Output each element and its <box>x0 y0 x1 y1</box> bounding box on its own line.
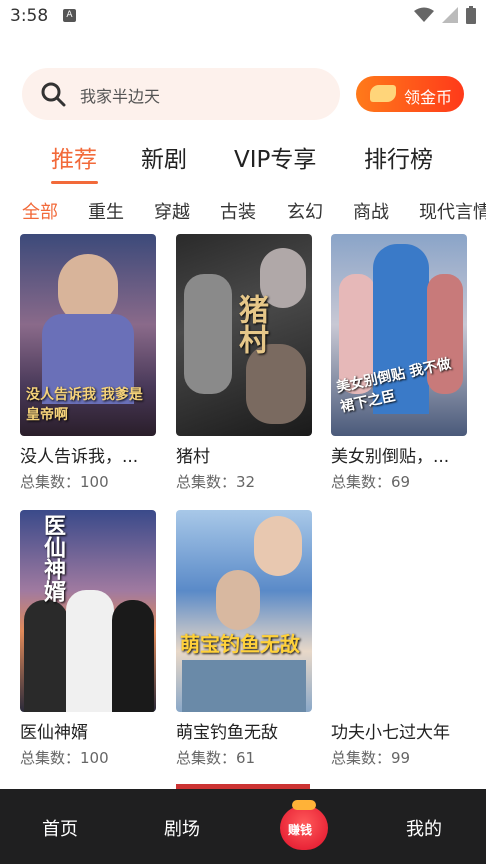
search-bar[interactable]: 我家半边天 <box>22 68 340 120</box>
category-all[interactable]: 全部 <box>22 198 58 224</box>
gift-bag-icon <box>292 800 316 810</box>
episode-count: 总集数：100 <box>20 749 109 767</box>
status-time: 3:58 <box>10 6 49 26</box>
nav-mine[interactable]: 我的 <box>406 815 442 841</box>
episode-count: 总集数：69 <box>331 473 411 491</box>
active-tab-indicator <box>51 181 98 184</box>
drama-card[interactable]: 萌宝钓鱼无敌 萌宝钓鱼无敌 总集数：61 <box>176 510 312 768</box>
main-tabs: 推荐 新剧 VIP专享 排行榜 <box>0 140 486 180</box>
drama-poster[interactable]: 美女别倒贴 我不做裙下之臣 <box>331 234 467 436</box>
search-icon <box>41 82 66 107</box>
episode-count: 总集数：32 <box>176 473 256 491</box>
poster-title-text: 猪村 <box>233 294 268 354</box>
nav-earn-label: 赚钱 <box>288 823 313 837</box>
wifi-icon <box>414 7 434 22</box>
category-business-war[interactable]: 商战 <box>353 198 389 224</box>
category-costume[interactable]: 古装 <box>220 198 256 224</box>
category-filter: 全部 重生 穿越 古装 玄幻 商战 现代言情 <box>0 198 486 224</box>
drama-poster[interactable]: 猪村 <box>176 234 312 436</box>
drama-poster-placeholder[interactable] <box>331 510 467 712</box>
nav-home[interactable]: 首页 <box>42 815 78 841</box>
tab-recommended[interactable]: 推荐 <box>51 140 97 174</box>
drama-title: 医仙神婿 <box>20 723 88 743</box>
coin-icon <box>370 85 396 102</box>
drama-title: 猪村 <box>176 447 210 467</box>
category-time-travel[interactable]: 穿越 <box>154 198 190 224</box>
tab-ranking[interactable]: 排行榜 <box>364 140 433 174</box>
drama-poster[interactable]: 没人告诉我 我爹是皇帝啊 <box>20 234 156 436</box>
category-fantasy[interactable]: 玄幻 <box>287 198 323 224</box>
nav-earn-button[interactable]: 赚钱 <box>280 800 328 850</box>
drama-card[interactable]: 美女别倒贴 我不做裙下之臣 美女别倒贴，... 总集数：69 <box>331 234 467 492</box>
battery-icon <box>466 6 476 24</box>
drama-card[interactable]: 功夫小七过大年 总集数：99 <box>331 510 467 768</box>
poster-title-text: 医仙神婿 <box>40 514 65 602</box>
notification-icon: A <box>63 9 76 22</box>
drama-title: 美女别倒贴，... <box>331 447 450 467</box>
episode-count: 总集数：99 <box>331 749 411 767</box>
status-icons <box>414 6 476 24</box>
status-bar: 3:58 A <box>0 0 486 34</box>
drama-card[interactable]: 医仙神婿 医仙神婿 总集数：100 <box>20 510 156 768</box>
nav-theater[interactable]: 剧场 <box>164 815 200 841</box>
claim-coins-button[interactable]: 领金币 <box>356 76 464 112</box>
search-placeholder: 我家半边天 <box>80 87 161 106</box>
drama-title: 萌宝钓鱼无敌 <box>176 723 278 743</box>
drama-poster[interactable]: 医仙神婿 <box>20 510 156 712</box>
drama-title: 没人告诉我，... <box>20 447 139 467</box>
poster-title-text: 没人告诉我 我爹是皇帝啊 <box>26 387 143 423</box>
drama-poster[interactable]: 萌宝钓鱼无敌 <box>176 510 312 712</box>
category-modern-romance[interactable]: 现代言情 <box>419 198 486 224</box>
tab-new[interactable]: 新剧 <box>141 140 187 174</box>
drama-card[interactable]: 没人告诉我 我爹是皇帝啊 没人告诉我，... 总集数：100 <box>20 234 156 492</box>
bottom-nav: 首页 剧场 我的 <box>0 789 486 864</box>
episode-count: 总集数：100 <box>20 473 109 491</box>
drama-title: 功夫小七过大年 <box>331 723 450 743</box>
category-rebirth[interactable]: 重生 <box>88 198 124 224</box>
claim-coins-label: 领金币 <box>404 88 453 107</box>
poster-title-text: 萌宝钓鱼无敌 <box>180 632 300 656</box>
tab-vip[interactable]: VIP专享 <box>234 140 316 174</box>
episode-count: 总集数：61 <box>176 749 256 767</box>
drama-card[interactable]: 猪村 猪村 总集数：32 <box>176 234 312 492</box>
signal-icon <box>442 7 458 23</box>
